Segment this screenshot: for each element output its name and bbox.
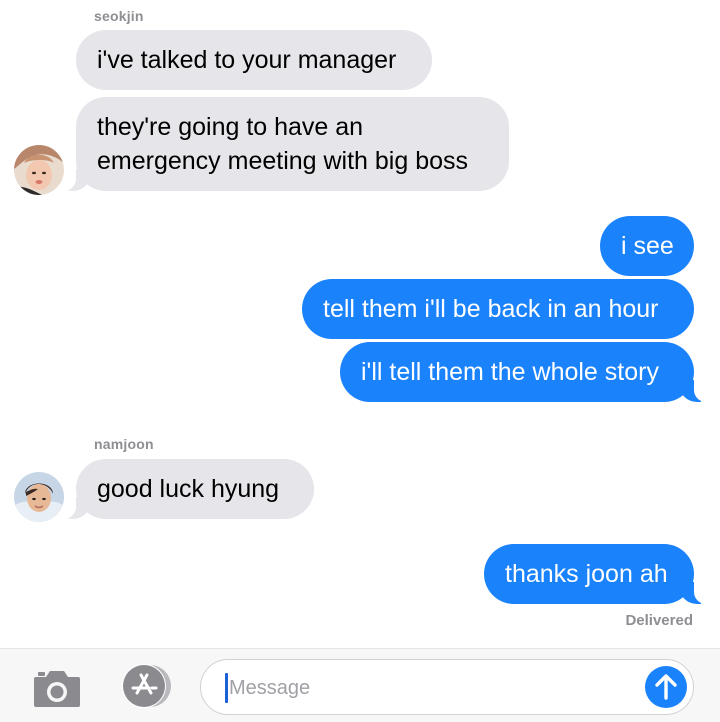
camera-icon — [34, 671, 80, 707]
message-input-bar — [0, 648, 720, 722]
message-text: thanks joon ah — [505, 560, 668, 588]
message-thread: seokjin i've talked to your manager they… — [0, 0, 720, 646]
message-text: they're going to have an emergency meeti… — [97, 113, 468, 175]
avatar-namjoon[interactable] — [14, 472, 64, 522]
message-text: tell them i'll be back in an hour — [323, 295, 659, 323]
send-arrow-icon — [655, 674, 677, 700]
message-line: emergency meeting with big boss — [97, 147, 469, 175]
send-button[interactable] — [645, 666, 687, 708]
sender-name-seokjin: seokjin — [94, 8, 144, 24]
message-text: i see — [621, 232, 674, 260]
incoming-message[interactable]: they're going to have an emergency meeti… — [60, 97, 509, 191]
message-line: they're going to have an — [97, 113, 364, 141]
outgoing-message[interactable]: tell them i'll be back in an hour — [302, 279, 694, 339]
camera-button[interactable] — [32, 665, 82, 709]
app-store-icon — [122, 664, 171, 708]
message-text: i'll tell them the whole story — [361, 358, 659, 386]
incoming-message[interactable]: i've talked to your manager — [76, 30, 432, 90]
delivery-status: Delivered — [625, 612, 693, 629]
outgoing-message[interactable]: i see — [600, 216, 694, 276]
message-text: good luck hyung — [97, 475, 280, 503]
message-input[interactable] — [227, 672, 631, 704]
avatar-seokjin[interactable] — [14, 145, 64, 195]
avatar-photo-icon — [14, 145, 64, 195]
app-store-button[interactable] — [116, 663, 174, 709]
message-field[interactable] — [200, 659, 694, 715]
avatar-photo-icon — [14, 472, 64, 522]
sender-name-namjoon: namjoon — [94, 436, 154, 452]
incoming-message[interactable]: good luck hyung — [60, 459, 314, 519]
outgoing-message[interactable]: i'll tell them the whole story — [340, 342, 710, 402]
message-text: i've talked to your manager — [97, 46, 397, 74]
outgoing-message[interactable]: thanks joon ah — [484, 544, 710, 604]
